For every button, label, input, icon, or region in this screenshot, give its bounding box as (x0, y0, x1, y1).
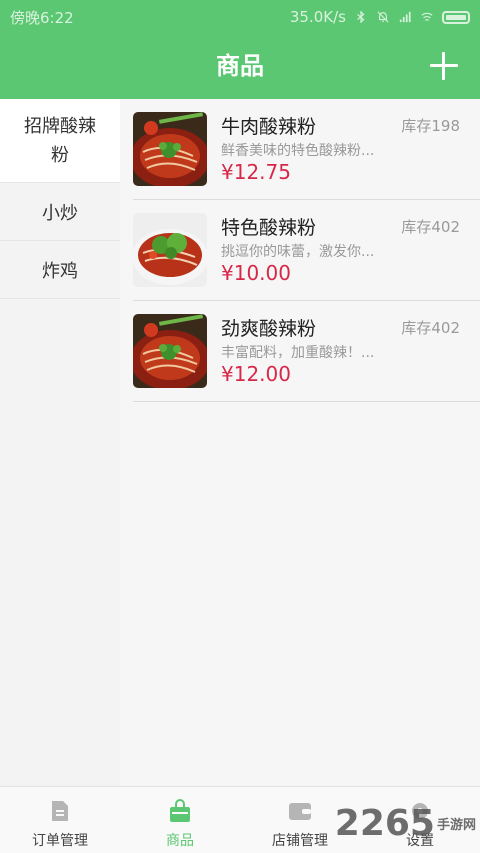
product-stock: 库存402 (401, 319, 460, 337)
category-item-zhaji[interactable]: 炸鸡 (0, 241, 120, 299)
bluetooth-icon (357, 11, 365, 23)
signal-icon (399, 11, 411, 23)
product-row[interactable]: 牛肉酸辣粉 库存198 鲜香美味的特色酸辣粉... ¥12.75 (133, 99, 480, 200)
product-description: 挑逗你的味蕾，激发你... (221, 244, 375, 260)
category-item-zhaopai[interactable]: 招牌酸辣粉 (0, 99, 120, 183)
category-label: 小炒 (42, 202, 78, 224)
product-stock: 库存402 (401, 218, 460, 236)
tab-label: 商品 (166, 833, 194, 849)
add-product-button[interactable] (430, 52, 458, 80)
product-image (133, 112, 207, 186)
product-row[interactable]: 特色酸辣粉 库存402 挑逗你的味蕾，激发你... ¥10.00 (133, 200, 480, 301)
product-image (133, 213, 207, 287)
product-price: ¥10.00 (221, 261, 291, 285)
status-bar: 傍晚6:22 35.0K/s (0, 0, 480, 34)
tab-products[interactable]: 商品 (120, 787, 240, 853)
product-list: 牛肉酸辣粉 库存198 鲜香美味的特色酸辣粉... ¥12.75 特色酸辣粉 库… (120, 99, 480, 786)
category-label: 炸鸡 (42, 260, 78, 282)
bag-icon (170, 799, 190, 822)
tab-orders[interactable]: 订单管理 (0, 787, 120, 853)
product-price: ¥12.00 (221, 362, 291, 386)
product-description: 丰富配料，加重酸辣！... (221, 345, 375, 361)
product-name: 劲爽酸辣粉 (221, 318, 317, 340)
battery-icon (442, 10, 470, 24)
product-image (133, 314, 207, 388)
category-item-xiaochao[interactable]: 小炒 (0, 183, 120, 241)
wifi-icon (421, 12, 433, 21)
network-speed: 35.0K/s (289, 8, 346, 26)
product-name: 特色酸辣粉 (221, 217, 317, 239)
category-sidebar: 招牌酸辣粉 小炒 炸鸡 (0, 99, 120, 786)
page-title: 商品 (216, 52, 264, 80)
app-header: 商品 (0, 34, 480, 99)
watermark-subtext: 手游网 (436, 817, 476, 833)
status-time: 傍晚6:22 (10, 8, 74, 27)
product-description: 鲜香美味的特色酸辣粉... (221, 143, 375, 159)
product-name: 牛肉酸辣粉 (221, 116, 317, 138)
document-icon (52, 801, 68, 821)
product-price: ¥12.75 (221, 160, 291, 184)
product-stock: 库存198 (401, 117, 460, 135)
category-label: 招牌酸辣粉 (24, 115, 96, 166)
watermark-logo: 2265 手游网 (320, 798, 480, 848)
watermark-text: 2265 (334, 802, 435, 844)
tab-label: 订单管理 (32, 833, 88, 849)
product-row[interactable]: 劲爽酸辣粉 库存402 丰富配料，加重酸辣！... ¥12.00 (133, 301, 480, 402)
bell-mute-icon (377, 11, 389, 23)
wallet-icon (289, 803, 311, 820)
